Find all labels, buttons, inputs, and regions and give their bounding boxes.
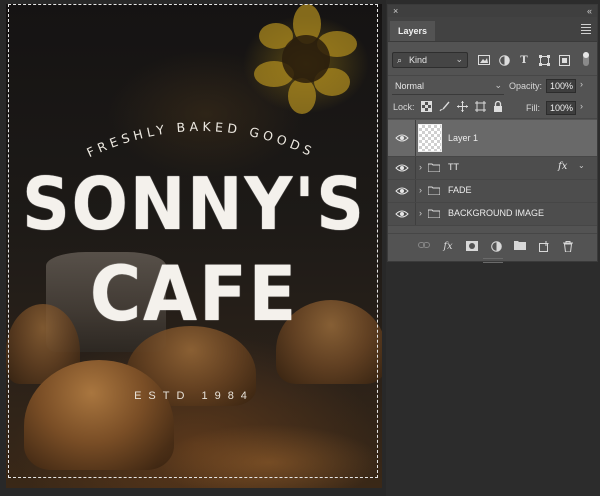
fill-field[interactable]: 100%	[546, 101, 576, 115]
collapse-panel-icon[interactable]: «	[587, 5, 592, 17]
layer-row-fade[interactable]: › FADE	[388, 180, 597, 203]
fill-label: Fill:	[526, 103, 540, 113]
row-divider	[415, 120, 416, 156]
fill-value: 100%	[550, 103, 574, 113]
layers-panel: × « Layers ⌕ Kind ⌄ T Normal ⌄ Opacity: …	[387, 4, 598, 263]
artwork-image: FRESHLY BAKED GOODS SONNY'S CAFE ESTD 19…	[6, 4, 382, 488]
opacity-slider-arrow-icon[interactable]: ›	[580, 79, 583, 89]
sunflower-graphic	[254, 4, 357, 114]
layer-name: FADE	[448, 185, 472, 195]
folder-icon	[428, 163, 440, 172]
lock-transparent-pixels-icon[interactable]	[420, 101, 432, 113]
lock-position-icon[interactable]	[456, 101, 468, 113]
row-divider	[415, 157, 416, 179]
close-panel-icon[interactable]: ×	[393, 5, 398, 17]
blend-row: Normal ⌄ Opacity: 100% ›	[388, 75, 597, 96]
fill-slider-arrow-icon[interactable]: ›	[580, 101, 583, 111]
folder-icon	[428, 186, 440, 195]
chevron-right-icon[interactable]: ›	[419, 208, 422, 218]
blend-mode-select[interactable]: Normal ⌄	[392, 79, 504, 95]
image-filter-icon[interactable]	[478, 55, 490, 67]
chevron-down-icon[interactable]: ⌄	[578, 161, 585, 170]
tagline-arc: FRESHLY BAKED GOODS	[84, 119, 317, 160]
filter-kind-label: Kind	[409, 55, 428, 65]
established-text: ESTD 1984	[134, 390, 254, 402]
lock-all-icon[interactable]	[492, 100, 504, 113]
layer-style-fx-icon[interactable]: fx	[442, 241, 454, 253]
tab-layers[interactable]: Layers	[390, 21, 436, 41]
layer-thumbnail	[418, 124, 442, 152]
type-filter-icon[interactable]: T	[518, 55, 530, 67]
folder-icon	[428, 209, 440, 218]
layer-row-layer-1[interactable]: Layer 1	[388, 120, 597, 157]
layer-name: Layer 1	[448, 133, 479, 143]
layer-effects-icon[interactable]: fx	[558, 161, 567, 172]
delete-layer-icon[interactable]	[562, 241, 574, 253]
panel-resize-grip[interactable]	[483, 258, 503, 263]
layer-name: BACKGROUND IMAGE	[448, 208, 545, 218]
layers-list: Layer 1 › TT fx ⌄ › FADE › BACKGROUND IM…	[388, 120, 597, 226]
eye-visibility-icon[interactable]	[395, 133, 409, 143]
lock-image-pixels-icon[interactable]	[438, 101, 450, 113]
opacity-value: 100%	[550, 81, 574, 91]
shape-filter-icon[interactable]	[538, 55, 550, 67]
panel-menu-icon[interactable]	[581, 22, 591, 36]
chevron-down-icon: ⌄	[494, 80, 502, 90]
tagline-text: FRESHLY BAKED GOODS	[84, 119, 313, 160]
layer-name: TT	[448, 162, 459, 172]
add-mask-icon[interactable]	[466, 241, 478, 253]
layer-row-background-image[interactable]: › BACKGROUND IMAGE	[388, 203, 597, 226]
opacity-field[interactable]: 100%	[546, 79, 576, 93]
layer-row-tt[interactable]: › TT fx ⌄	[388, 157, 597, 180]
filter-toggle-switch[interactable]	[583, 52, 589, 66]
new-layer-icon[interactable]	[538, 241, 550, 253]
title-line-2: CAFE	[89, 249, 299, 338]
panel-tab-bar: Layers	[388, 17, 597, 42]
smart-object-filter-icon[interactable]	[558, 55, 570, 67]
lock-label: Lock:	[393, 102, 415, 112]
document-canvas[interactable]: FRESHLY BAKED GOODS SONNY'S CAFE ESTD 19…	[0, 0, 386, 496]
blend-mode-value: Normal	[395, 81, 425, 91]
chevron-right-icon[interactable]: ›	[419, 185, 422, 195]
panel-title-bar[interactable]: × «	[388, 5, 597, 17]
title-line-1: SONNY'S	[22, 162, 366, 246]
eye-visibility-icon[interactable]	[395, 209, 409, 219]
row-divider	[415, 180, 416, 202]
filter-kind-select[interactable]: ⌕ Kind ⌄	[392, 52, 468, 68]
link-layers-icon[interactable]	[418, 241, 430, 253]
svg-text:FRESHLY BAKED GOODS: FRESHLY BAKED GOODS	[84, 119, 317, 160]
search-icon: ⌕	[397, 55, 403, 65]
new-group-icon[interactable]	[514, 241, 526, 253]
adjustment-filter-icon[interactable]	[498, 55, 510, 67]
opacity-label: Opacity:	[509, 81, 543, 91]
layer-filter-row: ⌕ Kind ⌄ T	[388, 49, 597, 73]
adjustment-layer-icon[interactable]	[490, 241, 502, 253]
row-divider	[415, 203, 416, 225]
chevron-right-icon[interactable]: ›	[419, 162, 422, 172]
eye-visibility-icon[interactable]	[395, 186, 409, 196]
chevron-down-icon: ⌄	[455, 54, 463, 64]
lock-artboard-icon[interactable]	[474, 101, 486, 113]
crumbs-graphic	[156, 424, 382, 488]
lock-row: Lock: Fill: 100% ›	[388, 98, 597, 119]
layers-panel-footer: fx	[388, 233, 597, 260]
eye-visibility-icon[interactable]	[395, 163, 409, 173]
